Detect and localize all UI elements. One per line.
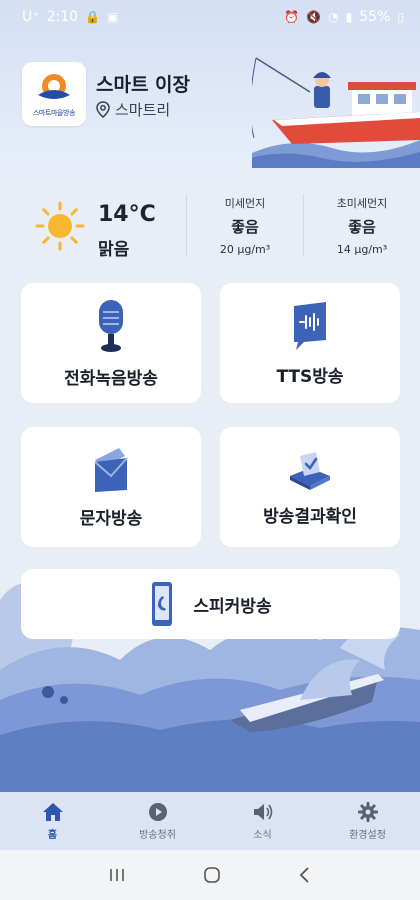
sun-icon: [35, 201, 85, 251]
alarm-icon: ⏰: [284, 10, 300, 24]
result-check-label: 방송결과확인: [263, 506, 357, 527]
weather-current: 14°C 맑음: [0, 182, 186, 268]
app-title: 스마트 이장: [96, 74, 191, 96]
battery-icon: ▯: [397, 10, 404, 24]
wifi-icon: ◔: [328, 10, 339, 24]
nav-settings[interactable]: 환경설정: [315, 792, 420, 850]
status-bar: U⁺ 2:10 🔒 ▣ ⏰ 🔇 ◔ ▮ 55% ▯: [0, 0, 420, 34]
system-navigation-bar: [0, 850, 420, 900]
microphone-icon: [99, 299, 123, 352]
recent-apps-icon[interactable]: [108, 867, 126, 883]
nav-listen-label: 방송청취: [139, 829, 176, 841]
ultra-fine-dust-label: 초미세먼지: [336, 196, 388, 210]
nav-home-label: 홈: [47, 829, 58, 841]
location-pin-icon: [96, 101, 110, 118]
fine-dust-grade: 좋음: [231, 217, 259, 236]
battery-percent: 55%: [359, 9, 391, 25]
nav-news[interactable]: 소식: [210, 792, 315, 850]
signal-icon: ▮: [345, 10, 353, 24]
weather-card: 14°C 맑음 미세먼지 좋음 20 µg/m³ 초미세먼지 좋음 14 µg/…: [0, 182, 420, 268]
temperature: 14°C: [98, 202, 156, 227]
phone-device-icon: [152, 582, 173, 626]
fine-dust-label: 미세먼지: [224, 196, 266, 210]
status-time: 2:10: [46, 9, 79, 25]
lock-icon: 🔒: [85, 10, 101, 24]
logo-text: 스마트마을방송: [32, 108, 76, 117]
location-selector[interactable]: 스마트리: [96, 99, 170, 120]
nav-home[interactable]: 홈: [0, 792, 105, 850]
speaker-broadcast-label: 스피커방송: [193, 596, 272, 617]
bottom-navigation: 홈 방송청취 소식 환경설정: [0, 792, 420, 850]
carrier-label: U⁺: [22, 9, 40, 25]
tts-broadcast-label: TTS방송: [276, 366, 344, 387]
home-button-icon[interactable]: [203, 866, 221, 884]
gear-icon: [357, 801, 378, 822]
fine-dust-info: 미세먼지 좋음 20 µg/m³: [187, 195, 303, 256]
nav-listen[interactable]: 방송청취: [105, 792, 210, 850]
weather-condition: 맑음: [98, 240, 130, 260]
mute-icon: 🔇: [306, 10, 322, 24]
logo-emblem-icon: [38, 73, 70, 99]
text-broadcast-label: 문자방송: [79, 508, 143, 529]
ultra-fine-dust-info: 초미세먼지 좋음 14 µg/m³: [304, 195, 420, 256]
ballot-check-icon: [290, 451, 330, 490]
ultra-fine-dust-value: 14 µg/m³: [336, 242, 388, 256]
nav-news-label: 소식: [253, 829, 272, 841]
envelope-icon: [94, 447, 128, 492]
location-name: 스마트리: [115, 101, 171, 119]
ultra-fine-dust-grade: 좋음: [348, 217, 376, 236]
voice-message-icon: [294, 301, 326, 350]
result-check-tile[interactable]: 방송결과확인: [220, 427, 400, 547]
phone-broadcast-label: 전화녹음방송: [64, 368, 158, 389]
fine-dust-value: 20 µg/m³: [219, 242, 271, 256]
nav-settings-label: 환경설정: [349, 829, 386, 841]
phone-broadcast-tile[interactable]: 전화녹음방송: [21, 283, 201, 403]
speaker-broadcast-tile[interactable]: 스피커방송: [21, 569, 400, 639]
gallery-icon: ▣: [107, 10, 119, 24]
back-icon[interactable]: [298, 866, 312, 884]
play-icon: [148, 802, 167, 821]
text-broadcast-tile[interactable]: 문자방송: [21, 427, 201, 547]
fishing-boat-illustration: [252, 57, 420, 168]
speaker-icon: [253, 803, 272, 820]
home-icon: [42, 802, 63, 821]
app-logo: 스마트마을방송: [22, 62, 86, 126]
tts-broadcast-tile[interactable]: TTS방송: [220, 283, 400, 403]
